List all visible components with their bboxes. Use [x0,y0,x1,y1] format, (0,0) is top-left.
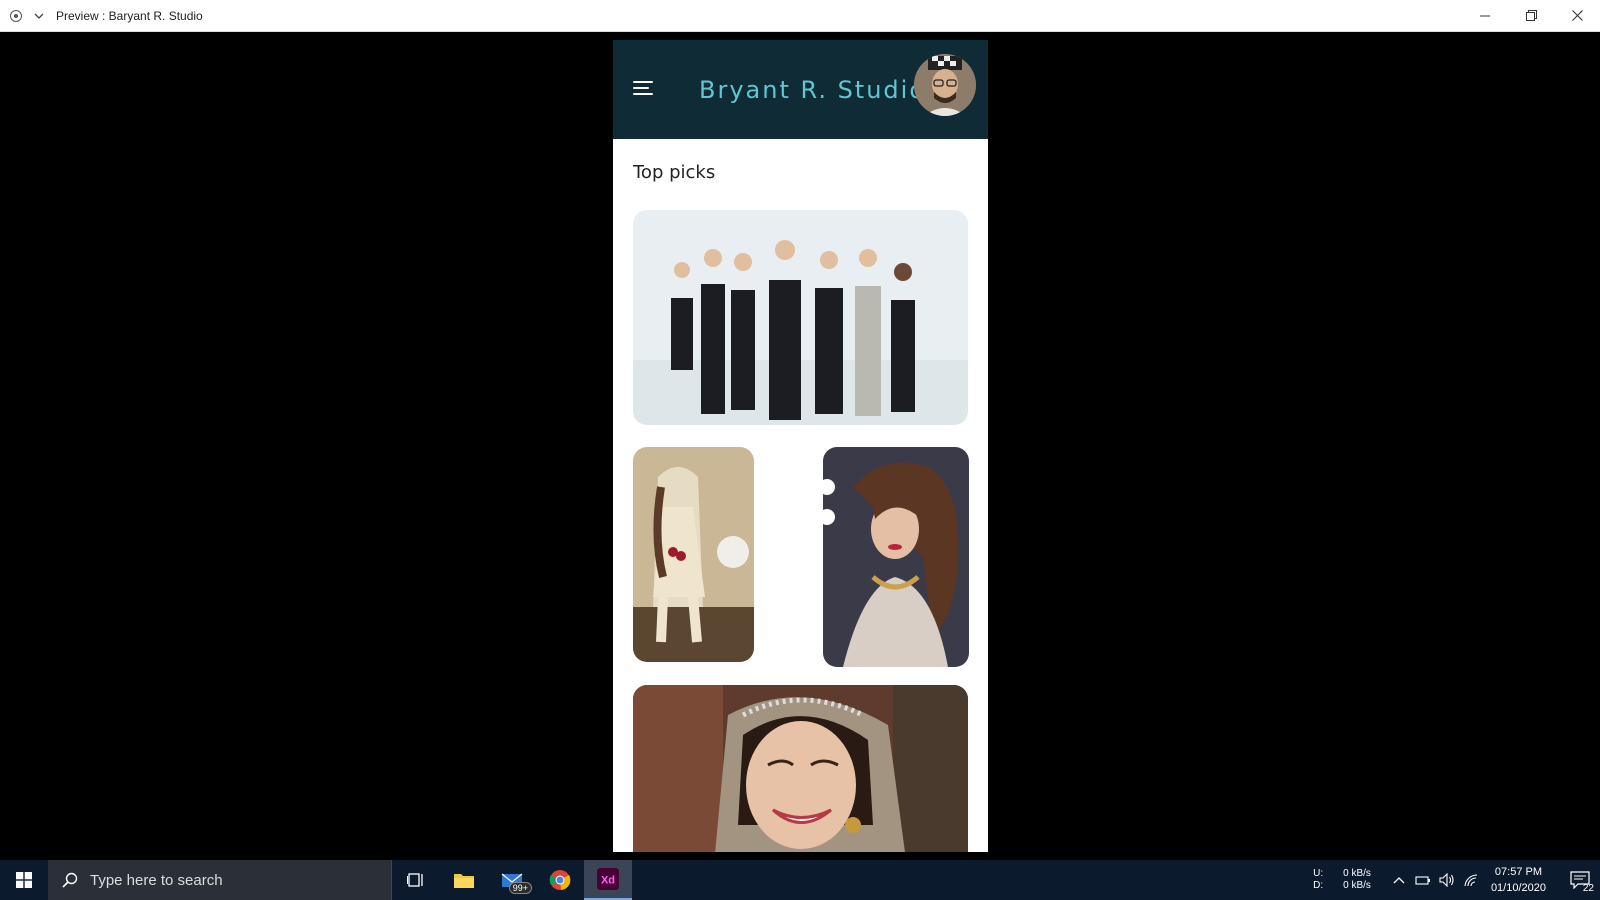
task-view-icon[interactable] [392,860,440,900]
battery-icon[interactable] [1411,860,1435,900]
mail-badge: 99+ [508,882,532,894]
mobile-artboard: Bryant R. Studio Top picks [613,40,988,852]
taskbar-search[interactable]: Type here to search [48,860,392,900]
clock-date: 01/10/2020 [1490,882,1546,894]
brand-title: Bryant R. Studio [699,76,927,104]
file-explorer-icon[interactable] [440,860,488,900]
svg-text:Xd: Xd [601,875,615,887]
network-speed: U: D: 0 kB/s 0 kB/s [1313,868,1371,891]
hamburger-menu-icon[interactable] [633,81,653,97]
chrome-icon[interactable] [536,860,584,900]
app-header: Bryant R. Studio [613,40,988,139]
clock-time: 07:57 PM [1494,866,1543,878]
window-title: Preview : Baryant R. Studio [56,8,203,23]
search-placeholder: Type here to search [90,871,223,889]
wifi-icon[interactable] [1459,860,1483,900]
taskbar: Type here to search 99+ Xd U: D: 0 kB/s 0 … [0,860,1600,900]
volume-icon[interactable] [1435,860,1459,900]
adobe-xd-icon[interactable]: Xd [584,860,632,900]
minimize-button[interactable] [1462,0,1508,32]
windows-start-icon[interactable] [0,860,48,900]
chevron-up-icon[interactable] [1387,860,1411,900]
notification-count: 22 [1582,883,1594,894]
chevron-down-icon[interactable] [32,9,46,23]
record-icon[interactable] [10,9,22,22]
business-team-photo[interactable] [633,210,968,425]
bride-portrait-photo[interactable] [823,447,969,667]
preview-stage: Bryant R. Studio Top picks [0,32,1600,860]
window-title-bar: Preview : Baryant R. Studio [0,0,1600,32]
system-clock[interactable]: 07:57 PM 01/10/2020 [1491,864,1546,896]
bride-seated-photo[interactable] [633,447,754,662]
notification-center-icon[interactable]: 22 [1560,860,1600,900]
section-title: Top picks [633,162,716,183]
bride-smiling-photo[interactable] [633,685,968,852]
avatar[interactable] [914,54,976,116]
restore-button[interactable] [1508,0,1554,32]
close-button[interactable] [1554,0,1600,32]
search-icon [62,872,78,888]
mail-icon[interactable]: 99+ [488,860,536,900]
